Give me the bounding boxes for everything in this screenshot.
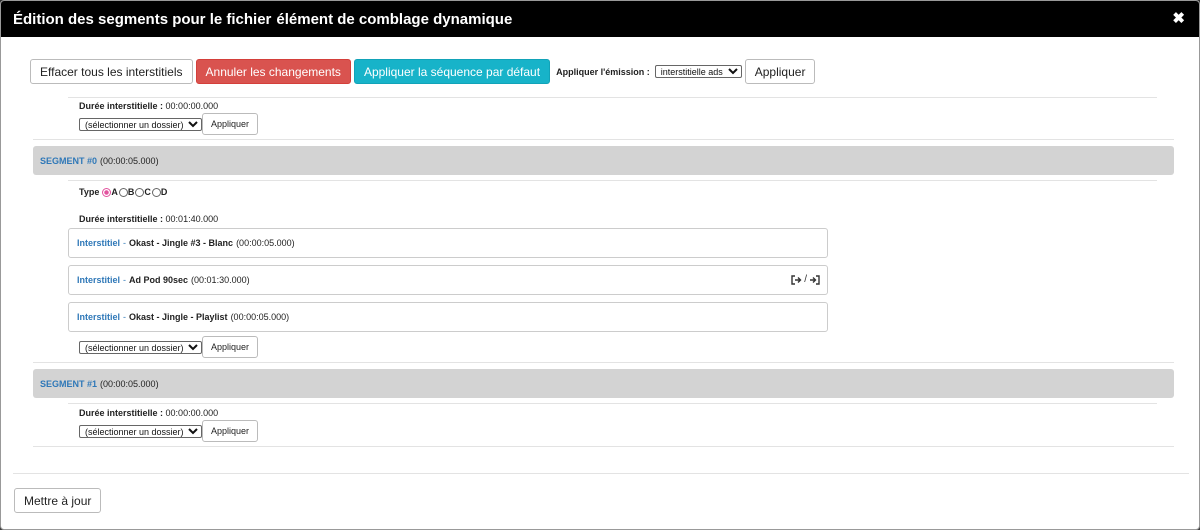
footer-divider [13, 473, 1189, 474]
type-option-d: D [160, 187, 168, 197]
duration-value: 00:00:00.000 [165, 408, 219, 418]
duration-label: Durée interstitielle : [79, 408, 164, 418]
item-actions-separator: / [804, 274, 807, 285]
duration-value: 00:01:40.000 [165, 214, 219, 224]
segment-duration: (00:00:05.000) [100, 378, 159, 389]
type-radio-c[interactable] [135, 187, 145, 197]
top-duration: Durée interstitielle : 00:00:00.000 [79, 101, 218, 111]
apply-folder-button[interactable]: Appliquer [202, 336, 259, 358]
divider [33, 362, 1174, 363]
item-type[interactable]: Interstitiel [77, 275, 120, 285]
divider [33, 139, 1174, 140]
folder-select[interactable]: (sélectionner un dossier) [79, 340, 202, 354]
apply-emission-label: Appliquer l'émission : [556, 66, 650, 77]
type-option-a: A [111, 187, 118, 197]
item-type[interactable]: Interstitiel [77, 312, 120, 322]
modal-title-file: élément de comblage dynamique [276, 10, 513, 28]
item-separator: - [123, 275, 127, 285]
segment-name[interactable]: SEGMENT #1 [40, 379, 97, 389]
type-label: Type [79, 187, 100, 197]
apply-default-sequence-button[interactable]: Appliquer la séquence par défaut [353, 59, 551, 84]
apply-emission-button[interactable]: Appliquer [744, 59, 816, 84]
segment-1-duration: Durée interstitielle : 00:00:00.000 [79, 408, 218, 418]
type-option-c: C [144, 187, 151, 197]
interstitial-item[interactable]: Interstitiel - Okast - Jingle - Playlist… [68, 302, 828, 332]
sign-out-icon[interactable] [791, 274, 802, 285]
segment-0-folder-row: (sélectionner un dossier) Appliquer [79, 336, 259, 358]
item-separator: - [123, 238, 127, 248]
top-folder-row: (sélectionner un dossier) Appliquer [79, 113, 259, 135]
segment-name[interactable]: SEGMENT #0 [40, 156, 97, 166]
type-radio-d[interactable] [151, 187, 161, 197]
clear-all-button[interactable]: Effacer tous les interstitiels [30, 59, 193, 84]
type-radio-b[interactable] [118, 187, 128, 197]
folder-select[interactable]: (sélectionner un dossier) [79, 424, 202, 438]
interstitial-item[interactable]: Interstitiel - Okast - Jingle #3 - Blanc… [68, 228, 828, 258]
close-icon[interactable]: ✖ [1172, 9, 1185, 27]
segment-edit-modal: Édition des segments pour le fichier élé… [0, 0, 1200, 530]
update-button[interactable]: Mettre à jour [14, 488, 102, 513]
item-duration: (00:00:05.000) [230, 312, 290, 322]
modal-header: Édition des segments pour le fichier élé… [1, 1, 1199, 37]
segment-1-folder-row: (sélectionner un dossier) Appliquer [79, 420, 259, 442]
modal-title-prefix: Édition des segments pour le fichier [13, 10, 272, 28]
duration-value: 00:00:00.000 [165, 101, 219, 111]
item-type[interactable]: Interstitiel [77, 238, 120, 248]
item-actions: / [791, 274, 820, 285]
divider [68, 180, 1157, 181]
item-name: Okast - Jingle #3 - Blanc [129, 238, 234, 248]
apply-folder-button[interactable]: Appliquer [202, 420, 259, 442]
divider [68, 97, 1157, 98]
item-name: Ad Pod 90sec [129, 275, 189, 285]
sign-in-icon[interactable] [809, 274, 820, 285]
segment-type-row: Type A B C D [79, 187, 167, 197]
segment-header-0[interactable]: SEGMENT #0 (00:00:05.000) [33, 146, 1174, 175]
toolbar: Effacer tous les interstitiels Annuler l… [30, 59, 818, 84]
item-duration: (00:01:30.000) [191, 275, 250, 285]
type-option-b: B [127, 187, 135, 197]
apply-folder-button[interactable]: Appliquer [202, 113, 259, 135]
segment-0-duration: Durée interstitielle : 00:01:40.000 [79, 214, 218, 224]
item-duration: (00:00:05.000) [236, 238, 295, 248]
emission-select[interactable]: interstitielle ads [654, 65, 742, 78]
segment-header-1[interactable]: SEGMENT #1 (00:00:05.000) [33, 369, 1174, 398]
item-name: Okast - Jingle - Playlist [129, 312, 228, 322]
divider [68, 403, 1157, 404]
duration-label: Durée interstitielle : [79, 214, 164, 224]
item-separator: - [123, 312, 127, 322]
divider [33, 446, 1174, 447]
type-radio-a[interactable] [102, 187, 112, 197]
duration-label: Durée interstitielle : [79, 101, 164, 111]
interstitial-item[interactable]: Interstitiel - Ad Pod 90sec (00:01:30.00… [68, 265, 828, 295]
segment-duration: (00:00:05.000) [100, 155, 159, 166]
folder-select[interactable]: (sélectionner un dossier) [79, 117, 202, 131]
cancel-changes-button[interactable]: Annuler les changements [195, 59, 351, 84]
